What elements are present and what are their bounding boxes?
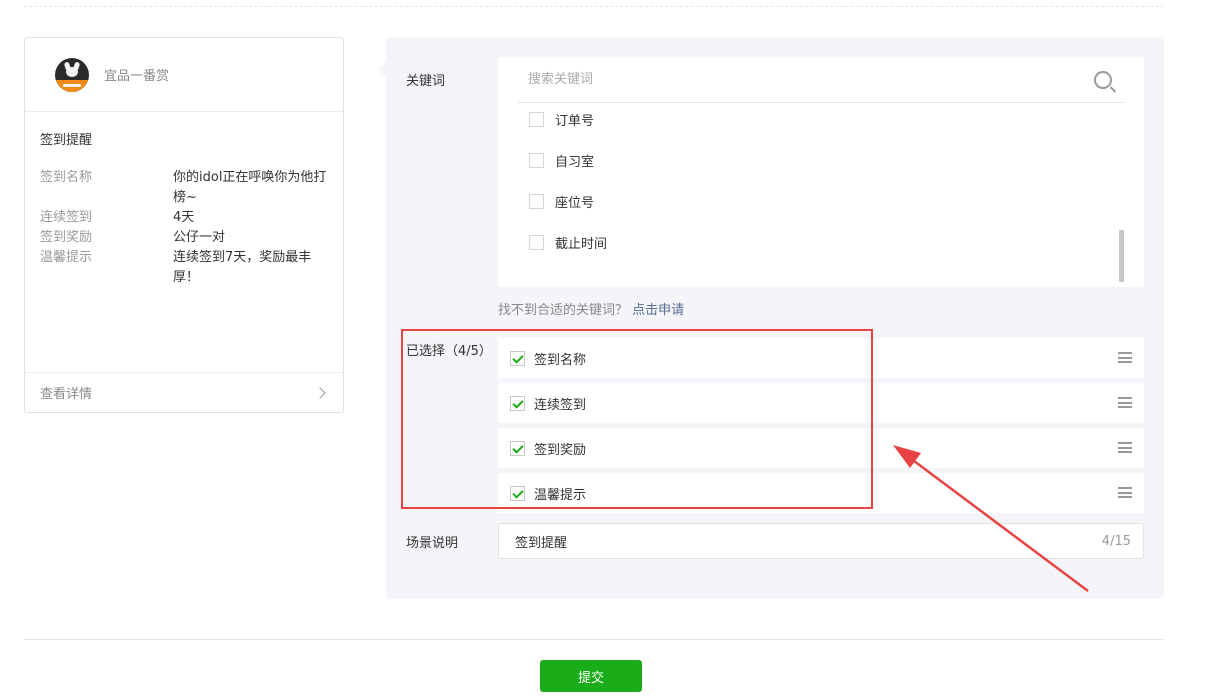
keyword-option[interactable]: 订单号 — [529, 110, 594, 129]
search-icon[interactable] — [1094, 70, 1112, 89]
selected-keyword-label: 温馨提示 — [534, 487, 587, 503]
keyword-option[interactable]: 自习室 — [529, 151, 594, 170]
keyword-option-label: 自习室 — [555, 155, 595, 170]
field-value: 你的idol正在呼唤你为他打榜~ — [173, 170, 327, 205]
brand-name: 宜品一番赏 — [104, 69, 170, 84]
check-icon[interactable] — [510, 440, 525, 456]
view-details-label: 查看详情 — [40, 387, 93, 402]
drag-handle-icon[interactable] — [1118, 352, 1132, 363]
selected-keyword-item[interactable]: 签到名称 — [498, 338, 1144, 378]
chevron-right-icon — [314, 386, 326, 399]
selected-keyword-label: 连续签到 — [534, 397, 587, 413]
keyword-option-label: 座位号 — [555, 196, 595, 211]
selected-keyword-item[interactable]: 连续签到 — [498, 383, 1144, 423]
avatar-band — [55, 79, 89, 92]
field-key: 温馨提示 — [40, 250, 93, 265]
check-icon[interactable] — [510, 395, 525, 411]
checkbox-icon[interactable] — [529, 235, 544, 250]
view-details-link[interactable]: 查看详情 — [25, 372, 343, 412]
preview-field-row: 签到名称 你的idol正在呼唤你为他打榜~ — [40, 168, 328, 208]
field-key: 连续签到 — [40, 210, 93, 225]
bottom-divider — [24, 639, 1164, 640]
template-config-panel: 关键词 订单号 自习室 座位号 截止时间 找不到合适的关键词？ 点击申请 已选择… — [378, 37, 1164, 599]
scene-label: 场景说明 — [406, 536, 459, 551]
field-value: 公仔一对 — [173, 230, 226, 245]
search-input[interactable] — [518, 64, 1094, 95]
panel-pointer — [378, 61, 386, 77]
keyword-hint: 找不到合适的关键词？ 点击申请 — [498, 299, 684, 318]
keyword-picker: 订单号 自习室 座位号 截止时间 — [498, 57, 1144, 287]
hint-text: 找不到合适的关键词？ — [498, 303, 629, 318]
avatar-face — [66, 66, 78, 77]
selected-keyword-label: 签到奖励 — [534, 442, 587, 458]
apply-keyword-link[interactable]: 点击申请 — [632, 303, 684, 318]
drag-handle-icon[interactable] — [1118, 397, 1132, 408]
preview-header: 宜品一番赏 — [25, 38, 343, 112]
submit-button[interactable]: 提交 — [540, 660, 642, 692]
checkbox-icon[interactable] — [529, 194, 544, 209]
keyword-label: 关键词 — [406, 74, 446, 89]
keyword-scrollbar[interactable] — [1119, 230, 1124, 282]
scene-description-field: 4/15 — [498, 523, 1144, 559]
drag-handle-icon[interactable] — [1118, 442, 1132, 453]
preview-field-row: 温馨提示 连续签到7天，奖励最丰厚！ — [40, 248, 328, 288]
checkbox-icon[interactable] — [529, 153, 544, 168]
check-icon[interactable] — [510, 485, 525, 501]
keyword-option-label: 截止时间 — [555, 237, 608, 252]
selected-keyword-label: 签到名称 — [534, 352, 587, 368]
selected-keyword-item[interactable]: 温馨提示 — [498, 473, 1144, 513]
preview-field-list: 签到名称 你的idol正在呼唤你为他打榜~ 连续签到 4天 签到奖励 公仔一对 … — [25, 168, 343, 288]
field-value: 4天 — [173, 210, 195, 225]
field-key: 签到名称 — [40, 170, 93, 185]
selected-keyword-item[interactable]: 签到奖励 — [498, 428, 1144, 468]
preview-title: 签到提醒 — [40, 133, 93, 148]
top-divider — [24, 6, 1164, 7]
selected-label: 已选择（4/5） — [406, 344, 492, 359]
keyword-option[interactable]: 截止时间 — [529, 233, 607, 252]
preview-field-row: 连续签到 4天 — [40, 208, 328, 228]
field-value: 连续签到7天，奖励最丰厚！ — [173, 250, 312, 285]
message-preview-card: 宜品一番赏 签到提醒 签到名称 你的idol正在呼唤你为他打榜~ 连续签到 4天… — [24, 37, 344, 413]
field-key: 签到奖励 — [40, 230, 93, 245]
preview-field-row: 签到奖励 公仔一对 — [40, 228, 328, 248]
avatar — [55, 57, 89, 92]
keyword-option[interactable]: 座位号 — [529, 192, 594, 211]
drag-handle-icon[interactable] — [1118, 487, 1132, 498]
keyword-option-label: 订单号 — [555, 114, 595, 129]
scene-description-input[interactable] — [515, 533, 1102, 549]
check-icon[interactable] — [510, 350, 525, 366]
char-counter: 4/15 — [1101, 533, 1131, 549]
keyword-search — [518, 57, 1124, 103]
checkbox-icon[interactable] — [529, 112, 544, 127]
